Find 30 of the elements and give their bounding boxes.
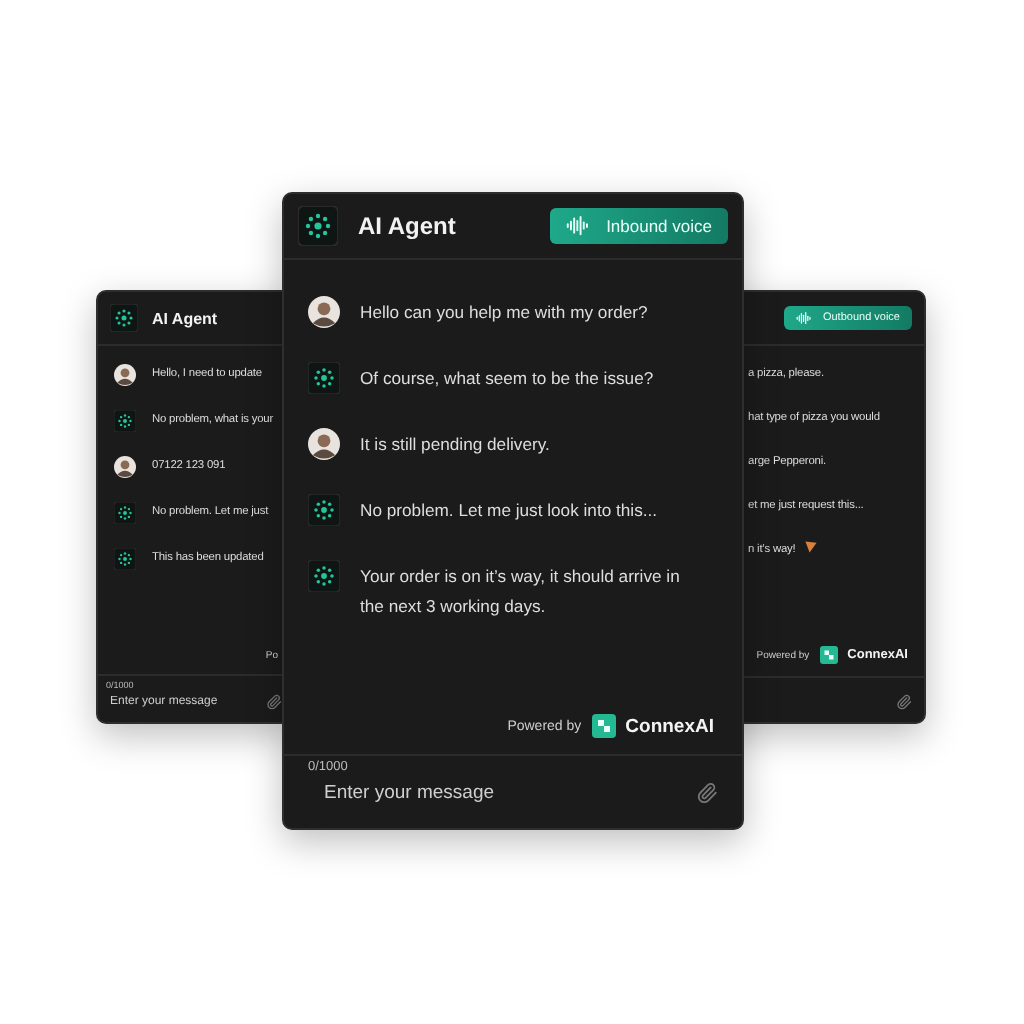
- pizza-icon: [803, 540, 818, 554]
- panel-title: AI Agent: [358, 212, 456, 240]
- chat-message: No problem. Let me just look into this...: [360, 498, 658, 524]
- chat-message: Hello can you help me with my order?: [360, 300, 648, 326]
- agent-icon: [114, 548, 136, 570]
- user-avatar: [308, 296, 340, 328]
- attachment-icon[interactable]: [896, 694, 912, 710]
- sound-wave-icon: [566, 216, 591, 236]
- agent-icon: [308, 560, 340, 592]
- user-avatar: [308, 428, 340, 460]
- logo-icon: [819, 646, 838, 664]
- agent-icon: [114, 410, 136, 432]
- user-avatar: [114, 456, 136, 478]
- agent-icon: [308, 362, 340, 394]
- logo-icon: [591, 714, 616, 738]
- attachment-icon[interactable]: [266, 694, 282, 710]
- chat-message: Of course, what seem to be the issue?: [360, 366, 654, 392]
- agent-icon: [298, 206, 338, 246]
- chat-message: Your order is on it’s way, it should arrive in the next 3 working days.: [360, 564, 682, 620]
- voice-badge: Inbound voice: [550, 208, 728, 244]
- sound-wave-icon: [796, 311, 813, 325]
- agent-icon: [114, 502, 136, 524]
- attachment-icon[interactable]: [696, 782, 718, 804]
- panel-title: AI Agent: [152, 309, 218, 327]
- message-input[interactable]: Enter your message: [324, 782, 696, 804]
- chat-message: It is still pending delivery.: [360, 432, 550, 458]
- brand-name: ConnexAI: [625, 715, 714, 737]
- user-avatar: [114, 364, 136, 386]
- agent-icon: [110, 304, 138, 332]
- agent-icon: [308, 494, 340, 526]
